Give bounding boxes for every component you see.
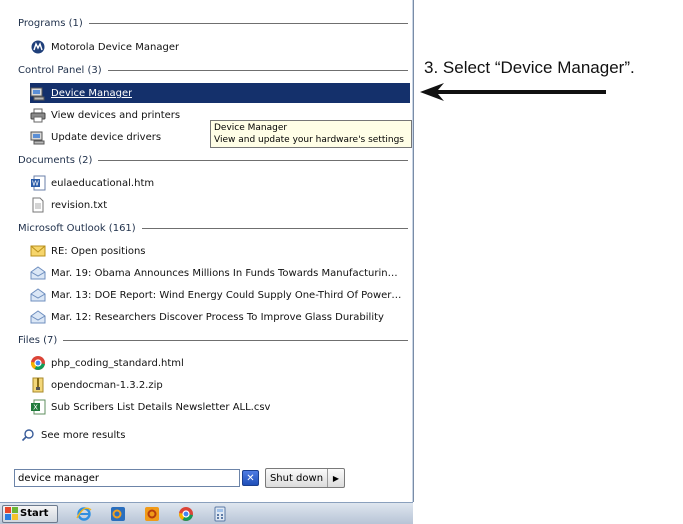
result-label: Sub Scribers List Details Newsletter ALL… (51, 401, 271, 413)
divider (88, 23, 408, 24)
result-rss-doe-report[interactable]: Mar. 13: DOE Report: Wind Energy Could S… (30, 285, 412, 305)
printer-icon (30, 107, 46, 123)
shutdown-options-arrow-icon[interactable]: ▶ (328, 469, 344, 487)
chrome-icon (30, 355, 46, 371)
result-label: RE: Open positions (51, 245, 146, 257)
result-opendocman-zip[interactable]: opendocman-1.3.2.zip (30, 375, 412, 395)
result-rss-glass-durability[interactable]: Mar. 12: Researchers Discover Process To… (30, 307, 412, 327)
result-rss-obama[interactable]: Mar. 19: Obama Announces Millions In Fun… (30, 263, 412, 283)
result-label: Motorola Device Manager (51, 41, 180, 53)
divider (98, 160, 408, 161)
group-header-programs: Programs (1) (18, 15, 408, 31)
svg-text:X: X (33, 404, 38, 412)
divider (63, 340, 408, 341)
tooltip: Device Manager View and update your hard… (210, 120, 412, 148)
result-label: Update device drivers (51, 131, 162, 143)
start-button[interactable]: Start (2, 504, 58, 523)
group-header-control-panel: Control Panel (3) (18, 62, 408, 78)
rss-icon (30, 287, 46, 303)
shutdown-button[interactable]: Shut down ▶ (265, 468, 345, 488)
result-mail-open-positions[interactable]: RE: Open positions (30, 241, 412, 261)
result-label: Mar. 19: Obama Announces Millions In Fun… (51, 267, 403, 279)
group-label: Programs (1) (18, 17, 83, 29)
calculator-icon[interactable] (212, 506, 228, 522)
shutdown-label: Shut down (266, 469, 328, 487)
device-manager-icon (30, 85, 46, 101)
word-doc-icon: W (30, 175, 46, 191)
result-eulaeducational[interactable]: W eulaeducational.htm (30, 173, 412, 193)
excel-icon: X (30, 399, 46, 415)
tooltip-description: View and update your hardware's settings (214, 135, 404, 145)
driver-icon (30, 129, 46, 145)
result-motorola-device-manager[interactable]: Motorola Device Manager (30, 37, 412, 57)
rss-icon (30, 265, 46, 281)
clear-search-button[interactable]: ✕ (242, 470, 259, 486)
group-label: Microsoft Outlook (161) (18, 222, 136, 234)
clear-icon: ✕ (246, 472, 255, 484)
search-input[interactable] (14, 469, 240, 487)
instruction-annotation: 3. Select “Device Manager”. (424, 58, 635, 77)
result-label: revision.txt (51, 199, 108, 211)
divider (141, 228, 408, 229)
outlook-icon[interactable] (110, 506, 126, 522)
zip-icon (30, 377, 46, 393)
group-label: Control Panel (3) (18, 64, 102, 76)
group-header-documents: Documents (2) (18, 152, 408, 168)
result-label: Mar. 13: DOE Report: Wind Energy Could S… (51, 289, 403, 301)
result-subscribers-csv[interactable]: X Sub Scribers List Details Newsletter A… (30, 397, 412, 417)
result-label: Device Manager (51, 87, 133, 99)
divider (107, 70, 408, 71)
svg-text:W: W (32, 180, 39, 188)
result-device-manager[interactable]: Device Manager (30, 83, 410, 103)
rss-icon (30, 309, 46, 325)
group-label: Files (7) (18, 334, 58, 346)
text-file-icon (30, 197, 46, 213)
start-label: Start (20, 508, 49, 519)
group-header-files: Files (7) (18, 332, 408, 348)
see-more-results-link[interactable]: See more results (20, 425, 402, 445)
result-label: eulaeducational.htm (51, 177, 155, 189)
powerpoint-icon[interactable] (144, 506, 160, 522)
result-label: Mar. 12: Researchers Discover Process To… (51, 311, 384, 323)
left-arrow-icon (420, 83, 606, 101)
search-icon (20, 427, 36, 443)
ie-icon[interactable] (76, 506, 92, 522)
result-php-coding-standard[interactable]: php_coding_standard.html (30, 353, 412, 373)
group-label: Documents (2) (18, 154, 93, 166)
start-menu: Programs (1) Motorola Device Manager Con… (0, 0, 414, 502)
taskbar: Start (0, 502, 413, 524)
windows-logo-icon (5, 507, 18, 520)
group-header-outlook: Microsoft Outlook (161) (18, 220, 408, 236)
result-label: View devices and printers (51, 109, 181, 121)
result-label: php_coding_standard.html (51, 357, 184, 369)
tooltip-title: Device Manager (214, 123, 288, 133)
mail-icon (30, 243, 46, 259)
chrome-icon[interactable] (178, 506, 194, 522)
result-label: opendocman-1.3.2.zip (51, 379, 163, 391)
result-label: See more results (41, 429, 126, 441)
result-revision-txt[interactable]: revision.txt (30, 195, 412, 215)
search-row: ✕ Shut down ▶ (10, 467, 410, 491)
motorola-icon (30, 39, 46, 55)
